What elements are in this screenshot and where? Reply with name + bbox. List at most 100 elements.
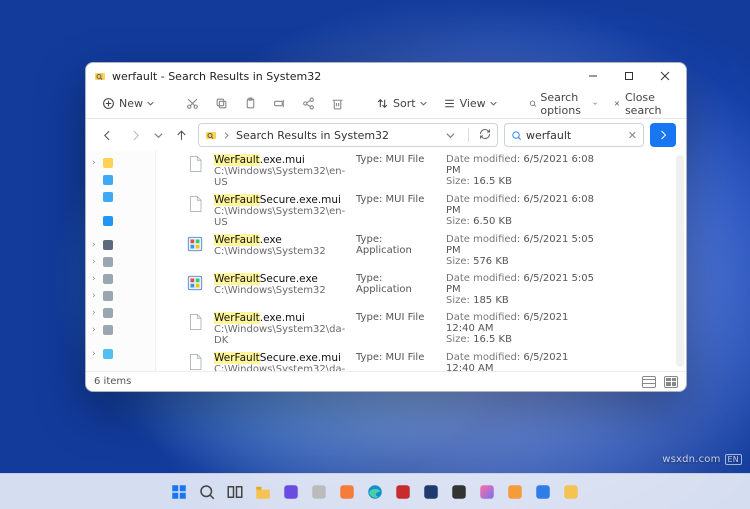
exe-file-icon [186, 235, 204, 253]
sort-label: Sort [393, 97, 416, 110]
taskbar-item-app-darkblue[interactable] [420, 481, 442, 503]
up-button[interactable] [170, 124, 192, 146]
search-icon [511, 130, 522, 141]
file-type: Type: Application [356, 273, 436, 295]
navpane-item[interactable] [88, 189, 153, 205]
paste-button[interactable] [238, 92, 263, 116]
search-options-icon [529, 97, 537, 110]
close-search-label: Close search [625, 91, 667, 117]
delete-button[interactable] [325, 92, 350, 116]
taskbar-item-app-flame[interactable] [504, 481, 526, 503]
folder-icon [103, 325, 113, 335]
search-options-label: Search options [540, 91, 589, 117]
taskbar-item-app-orange[interactable] [336, 481, 358, 503]
results-list[interactable]: WerFault.exe.muiC:\Windows\System32\en-U… [156, 151, 686, 371]
file-size: Size: 16.5 KB [446, 176, 596, 187]
file-explorer-window: werfault - Search Results in System32 Ne… [85, 62, 687, 392]
result-row[interactable]: WerFaultSecure.exeC:\Windows\System32Typ… [156, 270, 686, 309]
close-search-button[interactable]: Close search [607, 92, 673, 116]
clear-search-button[interactable]: ✕ [628, 129, 637, 142]
taskbar-item-search[interactable] [196, 481, 218, 503]
chevron-down-icon [490, 100, 497, 107]
search-query-text: werfault [526, 129, 571, 142]
navpane-item[interactable]: › [88, 346, 153, 362]
taskbar-item-app-purple[interactable] [280, 481, 302, 503]
taskbar-item-app-gradient[interactable] [476, 481, 498, 503]
chevron-right-icon: › [92, 158, 100, 168]
taskbar-item-task-view[interactable] [224, 481, 246, 503]
file-name: WerFaultSecure.exe.mui [214, 352, 346, 364]
file-name: WerFault.exe [214, 234, 346, 246]
taskbar-item-edge[interactable] [364, 481, 386, 503]
date-modified: Date modified: 6/5/2021 12:40 AM [446, 352, 596, 371]
rename-button[interactable] [267, 92, 292, 116]
navpane-item[interactable]: › [88, 271, 153, 287]
search-folder-icon [205, 129, 217, 141]
taskbar[interactable] [0, 473, 750, 509]
view-tiles-button[interactable] [664, 376, 678, 388]
refresh-button[interactable] [479, 128, 491, 143]
taskbar-item-app-redwhite[interactable] [392, 481, 414, 503]
taskbar-item-app-dark[interactable] [448, 481, 470, 503]
navpane-item[interactable] [88, 172, 153, 188]
scrollbar-vertical[interactable] [676, 155, 684, 367]
navpane-item[interactable]: › [88, 155, 153, 171]
taskbar-item-app-white[interactable] [308, 481, 330, 503]
navpane-item[interactable] [88, 213, 153, 229]
navpane-item[interactable]: › [88, 237, 153, 253]
result-row[interactable]: WerFault.exeC:\Windows\System32Type: App… [156, 231, 686, 270]
folder-icon [103, 175, 113, 185]
commandbar: New Sort View Search options Close [86, 89, 686, 119]
result-row[interactable]: WerFaultSecure.exe.muiC:\Windows\System3… [156, 191, 686, 231]
result-row[interactable]: WerFault.exe.muiC:\Windows\System32\da-D… [156, 309, 686, 349]
navpane-item[interactable]: › [88, 288, 153, 304]
share-button[interactable] [296, 92, 321, 116]
mui-file-icon [186, 155, 204, 173]
sort-icon [376, 97, 389, 110]
paste-icon [244, 97, 257, 110]
navpane-item[interactable]: › [88, 322, 153, 338]
back-button[interactable] [96, 124, 118, 146]
view-details-button[interactable] [642, 376, 656, 388]
file-type: Type: MUI File [356, 352, 436, 363]
date-modified: Date modified: 6/5/2021 5:05 PM [446, 234, 596, 256]
chevron-down-icon [420, 100, 427, 107]
file-name: WerFault.exe.mui [214, 312, 346, 324]
addressbar-dropdown[interactable] [443, 131, 458, 140]
new-button[interactable]: New [96, 92, 160, 116]
file-size: Size: 185 KB [446, 295, 596, 306]
taskbar-item-app-folder[interactable] [560, 481, 582, 503]
result-row[interactable]: WerFaultSecure.exe.muiC:\Windows\System3… [156, 349, 686, 371]
chevron-down-icon [593, 100, 597, 107]
search-options-button[interactable]: Search options [523, 92, 604, 116]
result-row[interactable]: WerFault.exe.muiC:\Windows\System32\en-U… [156, 151, 686, 191]
share-icon [302, 97, 315, 110]
forward-button[interactable] [124, 124, 146, 146]
item-count: 6 items [94, 376, 131, 387]
rename-icon [273, 97, 286, 110]
taskbar-item-explorer[interactable] [252, 481, 274, 503]
breadcrumb[interactable]: Search Results in System32 [236, 129, 389, 142]
search-input[interactable]: werfault ✕ [504, 123, 644, 147]
chevron-right-icon: › [92, 274, 100, 284]
search-go-button[interactable] [650, 123, 676, 147]
close-button[interactable] [647, 63, 683, 89]
folder-icon [103, 291, 113, 301]
navpane-item[interactable]: › [88, 254, 153, 270]
maximize-button[interactable] [611, 63, 647, 89]
view-button[interactable]: View [437, 92, 503, 116]
folder-icon [103, 216, 113, 226]
taskbar-item-start[interactable] [168, 481, 190, 503]
sort-button[interactable]: Sort [370, 92, 433, 116]
navpane-item[interactable]: › [88, 305, 153, 321]
recent-locations-button[interactable] [152, 124, 164, 146]
status-bar: 6 items [86, 371, 686, 391]
date-modified: Date modified: 6/5/2021 5:05 PM [446, 273, 596, 295]
minimize-button[interactable] [575, 63, 611, 89]
cut-button[interactable] [180, 92, 205, 116]
copy-button[interactable] [209, 92, 234, 116]
nav-pane[interactable]: ›››››››› [86, 151, 156, 371]
titlebar[interactable]: werfault - Search Results in System32 [86, 63, 686, 89]
taskbar-item-app-blue[interactable] [532, 481, 554, 503]
address-bar[interactable]: Search Results in System32 [198, 123, 498, 147]
